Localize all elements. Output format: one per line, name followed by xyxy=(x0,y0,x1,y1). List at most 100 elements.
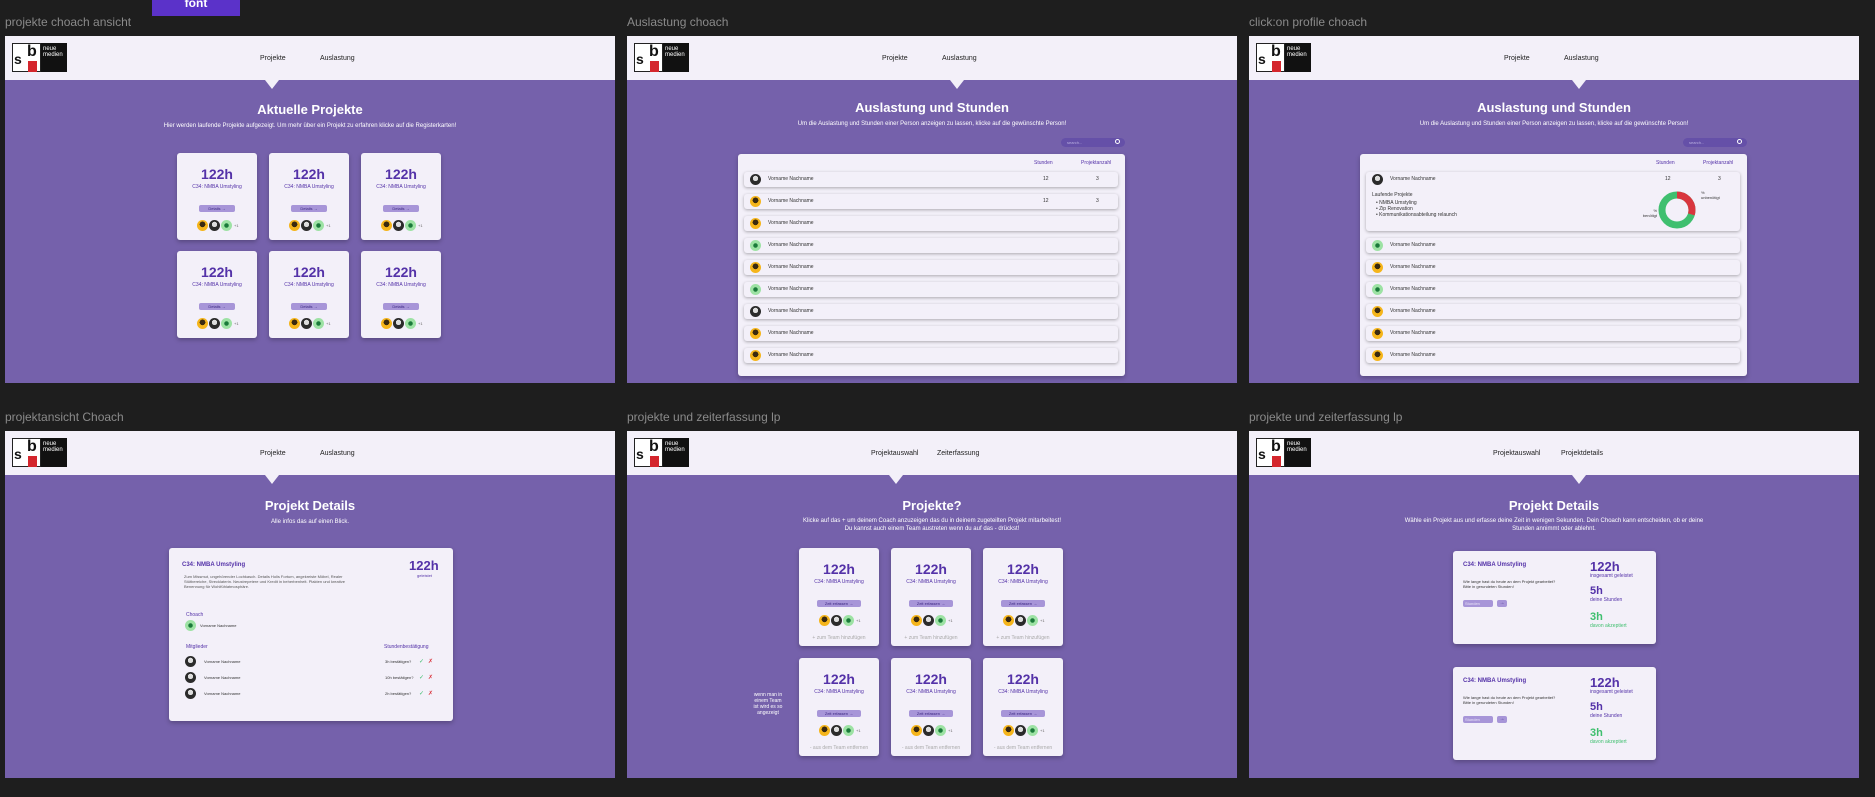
person-row[interactable]: Vorname Nachname xyxy=(744,326,1118,341)
person-row[interactable]: Vorname Nachname xyxy=(744,304,1118,319)
person-row[interactable]: Vorname Nachname xyxy=(1366,348,1740,363)
search-input[interactable]: search... xyxy=(1683,138,1747,147)
person-row[interactable]: Vorname Nachname xyxy=(744,348,1118,363)
leave-team-link[interactable]: - aus dem Team entfernen xyxy=(799,745,879,751)
person-row[interactable]: Vorname Nachname xyxy=(1366,282,1740,297)
nav-projekte[interactable]: Projekte xyxy=(1504,55,1530,62)
coach-avatar xyxy=(185,620,196,631)
time-button[interactable]: Zeit erfassen → xyxy=(909,710,953,717)
frame-label: Auslastung choach xyxy=(627,15,729,29)
nav-pointer xyxy=(1572,475,1586,484)
project-card[interactable]: 122h C34: NMBA Umstyling Zeit erfassen → +1… xyxy=(891,658,971,756)
person-row[interactable]: Vorname Nachname xyxy=(1366,238,1740,253)
time-button[interactable]: Zeit erfassen → xyxy=(909,600,953,607)
total-hours: 122h xyxy=(1590,675,1620,690)
leave-team-link[interactable]: - aus dem Team entfernen xyxy=(891,745,971,751)
details-button[interactable]: Details → xyxy=(199,205,235,212)
search-input[interactable]: search... xyxy=(1061,138,1125,147)
nav-auslastung[interactable]: Auslastung xyxy=(1564,55,1599,62)
project-card[interactable]: 122h C34: NMBA Umstyling Details → +1 xyxy=(177,251,257,338)
approve-icon[interactable]: ✓ xyxy=(419,658,424,665)
hours-question: Wie lange hast du heute an dem Projekt g… xyxy=(1463,695,1556,705)
details-button[interactable]: Details → xyxy=(199,303,235,310)
nav-zeiterfassung[interactable]: Zeiterfassung xyxy=(937,450,979,457)
join-team-link[interactable]: + zum Team hinzufügen xyxy=(891,635,971,641)
person-row[interactable]: Vorname Nachname xyxy=(1366,304,1740,319)
project-card[interactable]: 122h C34: NMBA Umstyling Details → +1 xyxy=(269,153,349,240)
member-row: Vorname Nachname 2h bestätigen? ✓ ✗ xyxy=(169,688,453,702)
frame-label: click:on profile choach xyxy=(1249,15,1368,29)
nav-bar: s b neue medien Projekte Auslastung xyxy=(1249,36,1859,80)
nav-projektauswahl[interactable]: Projektauswahl xyxy=(1493,450,1540,457)
hours-input[interactable]: Stunden xyxy=(1463,716,1493,723)
member-status: 3h bestätigen? xyxy=(385,659,412,664)
time-button[interactable]: Zeit erfassen → xyxy=(1001,710,1045,717)
nav-projektauswahl[interactable]: Projektauswahl xyxy=(871,450,918,457)
reject-icon[interactable]: ✗ xyxy=(428,658,433,665)
project-card[interactable]: 122h C34: NMBA Umstyling Zeit erfassen → +1… xyxy=(983,548,1063,646)
person-row[interactable]: Vorname Nachname xyxy=(1366,260,1740,275)
project-card[interactable]: 122h C34: NMBA Umstyling Details → +1 xyxy=(361,251,441,338)
project-card[interactable]: 122h C34: NMBA Umstyling Zeit erfassen → +1… xyxy=(891,548,971,646)
leave-team-link[interactable]: - aus dem Team entfernen xyxy=(983,745,1063,751)
project-card[interactable]: 122h C34: NMBA Umstyling Details → +1 xyxy=(269,251,349,338)
nav-projekte[interactable]: Projekte xyxy=(260,450,286,457)
frame-label: projektansicht Choach xyxy=(5,410,124,424)
logo: s b neue medien xyxy=(1256,438,1311,467)
page-subtitle-2: Du kannst auch einem Team austreten wenn… xyxy=(844,526,1020,532)
details-button[interactable]: Details → xyxy=(383,205,419,212)
nav-pointer xyxy=(889,475,903,484)
font-tab-chip[interactable]: font xyxy=(152,0,240,16)
page-subtitle: Hier werden laufende Projekte aufgezeigt… xyxy=(163,123,457,129)
accepted-hours: 3h xyxy=(1590,611,1603,623)
nav-bar: s b neue medien Projektauswahl Projektdeta… xyxy=(1249,431,1859,475)
time-button[interactable]: Zeit erfassen → xyxy=(817,600,861,607)
nav-pointer xyxy=(950,80,964,89)
nav-auslastung[interactable]: Auslastung xyxy=(320,450,355,457)
col-hours: Stunden xyxy=(1034,160,1053,166)
person-row[interactable]: Vorname Nachname xyxy=(744,216,1118,231)
join-team-link[interactable]: + zum Team hinzufügen xyxy=(799,635,879,641)
total-hours-label: insgesamt geleistet xyxy=(1590,689,1633,695)
page-title: Aktuelle Projekte xyxy=(257,102,363,117)
nav-auslastung[interactable]: Auslastung xyxy=(320,55,355,62)
project-hours-label: geleistet xyxy=(417,573,432,578)
project-card[interactable]: 122h C34: NMBA Umstyling Zeit erfassen → +1… xyxy=(983,658,1063,756)
project-hours: 122h xyxy=(409,558,439,573)
person-row-expanded[interactable]: Vorname Nachname 12 3 Laufende Projekte •… xyxy=(1366,172,1740,231)
project-card[interactable]: 122h C34: NMBA Umstyling Zeit erfassen → +1… xyxy=(799,548,879,646)
join-team-link[interactable]: + zum Team hinzufügen xyxy=(983,635,1063,641)
submit-arrow-button[interactable]: → xyxy=(1497,716,1507,723)
frame-projekt-details-lp: s b neue medien Projektauswahl Projektdeta… xyxy=(1249,431,1859,778)
person-row[interactable]: Vorname Nachname 12 3 xyxy=(744,194,1118,209)
reject-icon[interactable]: ✗ xyxy=(428,674,433,681)
project-card[interactable]: 122h C34: NMBA Umstyling Details → +1 xyxy=(177,153,257,240)
nav-auslastung[interactable]: Auslastung xyxy=(942,55,977,62)
details-button[interactable]: Details → xyxy=(291,205,327,212)
logo: s b neue medien xyxy=(12,438,67,467)
details-button[interactable]: Details → xyxy=(291,303,327,310)
time-button[interactable]: Zeit erfassen → xyxy=(817,710,861,717)
project-card[interactable]: 122h C34: NMBA Umstyling Zeit erfassen → +1… xyxy=(799,658,879,756)
project-card[interactable]: 122h C34: NMBA Umstyling Details → +1 xyxy=(361,153,441,240)
nav-projekte[interactable]: Projekte xyxy=(882,55,908,62)
approve-icon[interactable]: ✓ xyxy=(419,674,424,681)
person-row[interactable]: Vorname Nachname xyxy=(744,260,1118,275)
time-button[interactable]: Zeit erfassen → xyxy=(1001,600,1045,607)
person-row[interactable]: Vorname Nachname xyxy=(1366,326,1740,341)
person-row[interactable]: Vorname Nachname 12 3 xyxy=(744,172,1118,187)
submit-arrow-button[interactable]: → xyxy=(1497,600,1507,607)
page-subtitle: Alle infos das auf einen Blick. xyxy=(270,519,350,525)
reject-icon[interactable]: ✗ xyxy=(428,690,433,697)
person-row[interactable]: Vorname Nachname xyxy=(744,238,1118,253)
approve-icon[interactable]: ✓ xyxy=(419,690,424,697)
details-button[interactable]: Details → xyxy=(383,303,419,310)
logo: s b neue medien xyxy=(12,43,67,72)
nav-projektdetails[interactable]: Projektdetails xyxy=(1561,450,1603,457)
hours-input[interactable]: Stunden xyxy=(1463,600,1493,607)
coach-label: Choach xyxy=(186,612,204,618)
frame-label: projekte und zeiterfassung lp xyxy=(1249,410,1403,424)
search-icon xyxy=(1737,139,1742,144)
nav-projekte[interactable]: Projekte xyxy=(260,55,286,62)
person-row[interactable]: Vorname Nachname xyxy=(744,282,1118,297)
